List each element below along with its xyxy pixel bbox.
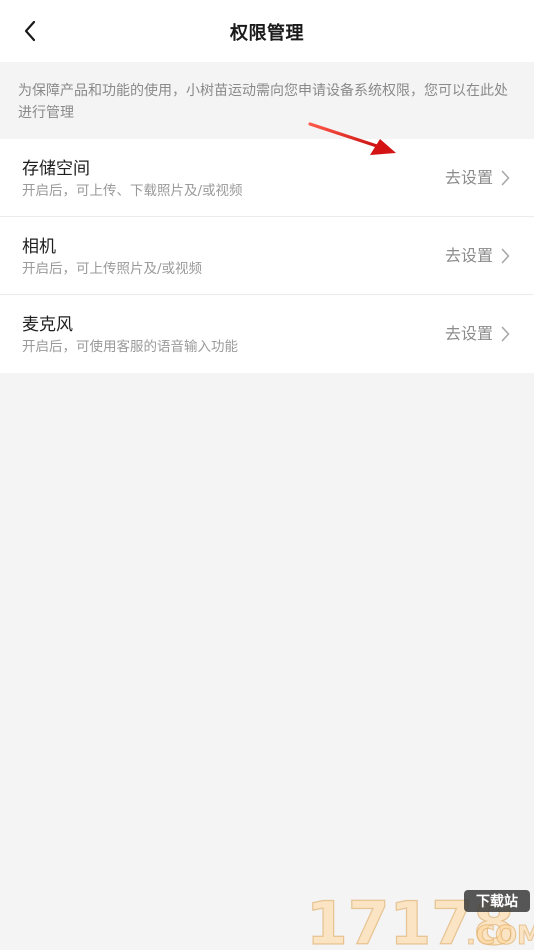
site-watermark-logo: 17178 下载站 .COM [305, 888, 534, 950]
permission-title: 存储空间 [22, 159, 90, 179]
go-settings-label: 去设置 [444, 324, 493, 343]
permission-description: 开启后，可上传、下载照片及/或视频 [22, 183, 243, 199]
go-settings-button[interactable]: 去设置 [445, 323, 510, 345]
permission-row-microphone[interactable]: 麦克风 开启后，可使用客服的语音输入功能 去设置 [0, 295, 534, 373]
svg-text:17178: 17178 [306, 889, 515, 950]
go-settings-label: 去设置 [444, 246, 493, 265]
chevron-right-icon [501, 248, 510, 264]
top-nav-bar: 权限管理 [0, 0, 534, 62]
svg-text:.COM: .COM [466, 921, 534, 950]
permission-title: 麦克风 [22, 315, 73, 335]
permission-notice: 为保障产品和功能的使用，小树苗运动需向您申请设备系统权限，您可以在此处进行管理 [0, 62, 534, 139]
permission-row-storage[interactable]: 存储空间 开启后，可上传、下载照片及/或视频 去设置 [0, 139, 534, 217]
permission-description: 开启后，可使用客服的语音输入功能 [22, 339, 238, 355]
svg-text:下载站: 下载站 [476, 893, 518, 910]
permission-title: 相机 [22, 237, 56, 257]
go-settings-button[interactable]: 去设置 [445, 245, 510, 267]
chevron-right-icon [501, 170, 510, 186]
go-settings-label: 去设置 [444, 168, 493, 187]
permission-description: 开启后，可上传照片及/或视频 [22, 261, 203, 277]
go-settings-button[interactable]: 去设置 [445, 167, 510, 189]
permission-row-camera[interactable]: 相机 开启后，可上传照片及/或视频 去设置 [0, 217, 534, 295]
permission-management-screen: 权限管理 为保障产品和功能的使用，小树苗运动需向您申请设备系统权限，您可以在此处… [0, 0, 534, 950]
permission-list: 存储空间 开启后，可上传、下载照片及/或视频 去设置 相机 开启后，可上传照片及… [0, 139, 534, 373]
page-title: 权限管理 [230, 23, 304, 44]
chevron-right-icon [501, 326, 510, 342]
